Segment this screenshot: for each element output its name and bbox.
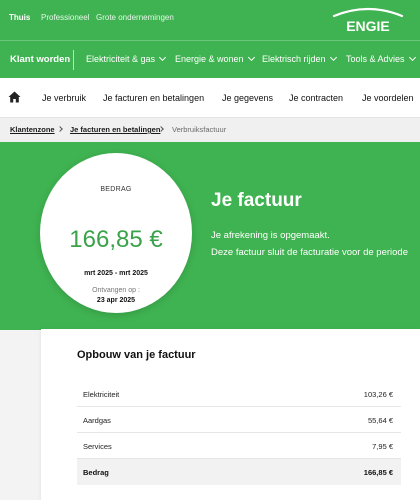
invoice-breakdown-card: Opbouw van je factuur Elektriciteit 103,… bbox=[41, 329, 420, 500]
chevron-down-icon bbox=[408, 53, 416, 62]
home-icon[interactable] bbox=[8, 91, 21, 103]
received-date: 23 apr 2025 bbox=[96, 297, 136, 304]
amount-label: BEDRAG bbox=[100, 186, 132, 193]
row-label: Bedrag bbox=[83, 468, 109, 477]
tab-je-gegevens[interactable]: Je gegevens bbox=[222, 93, 273, 103]
hero-description-line-1: Je afrekening is opgemaakt. bbox=[211, 230, 330, 241]
tab-je-contracten[interactable]: Je contracten bbox=[289, 93, 343, 103]
row-value: 55,64 € bbox=[367, 416, 393, 425]
amount-circle: BEDRAG 166,85 € mrt 2025 - mrt 2025 Ontv… bbox=[40, 153, 192, 313]
row-label: Services bbox=[83, 442, 112, 451]
breadcrumb: Klantenzone Je facturen en betalingen Ve… bbox=[0, 118, 420, 142]
nav-elektrisch-rijden[interactable]: Elektrisch rijden bbox=[262, 53, 337, 64]
nav-divider bbox=[73, 50, 74, 70]
breadcrumb-current-page: Verbruiksfactuur bbox=[172, 125, 227, 134]
segment-professioneel[interactable]: Professioneel bbox=[41, 13, 89, 22]
page-title: Je factuur bbox=[211, 190, 302, 211]
main-navigation: Klant worden Elektriciteit & gas Energie… bbox=[0, 40, 420, 78]
breadcrumb-klantenzone[interactable]: Klantenzone bbox=[10, 125, 55, 134]
klant-worden-link[interactable]: Klant worden bbox=[10, 54, 70, 65]
nav-elektriciteit-gas[interactable]: Elektriciteit & gas bbox=[86, 53, 167, 64]
chevron-down-icon bbox=[158, 53, 167, 62]
breakdown-row-elektriciteit: Elektriciteit 103,26 € bbox=[77, 381, 401, 407]
top-segment-bar: Thuis Professioneel Grote ondernemingen … bbox=[0, 0, 420, 40]
row-label: Elektriciteit bbox=[83, 390, 120, 399]
breadcrumb-facturen[interactable]: Je facturen en betalingen bbox=[70, 125, 160, 134]
svg-text:ENGIE: ENGIE bbox=[346, 18, 390, 34]
tab-je-verbruik[interactable]: Je verbruik bbox=[42, 93, 86, 103]
breakdown-row-services: Services 7,95 € bbox=[77, 433, 401, 459]
nav-tools-advies[interactable]: Tools & Advies bbox=[346, 53, 416, 64]
segment-grote-ondernemingen[interactable]: Grote ondernemingen bbox=[96, 13, 174, 22]
breakdown-title: Opbouw van je factuur bbox=[77, 349, 196, 361]
tab-je-voordelen[interactable]: Je voordelen bbox=[362, 93, 414, 103]
hero-description-line-2: Deze factuur sluit de facturatie voor de… bbox=[211, 247, 408, 258]
row-value: 103,26 € bbox=[363, 390, 393, 399]
tab-je-facturen-en-betalingen[interactable]: Je facturen en betalingen bbox=[103, 93, 204, 103]
chevron-down-icon bbox=[247, 53, 255, 62]
customer-zone-navigation: Je verbruik Je facturen en betalingen Je… bbox=[0, 78, 420, 118]
row-value: 166,85 € bbox=[363, 468, 393, 477]
chevron-down-icon bbox=[329, 53, 337, 62]
segment-thuis[interactable]: Thuis bbox=[9, 13, 30, 22]
received-label: Ontvangen op : bbox=[92, 287, 140, 294]
invoice-period: mrt 2025 - mrt 2025 bbox=[84, 270, 148, 277]
breakdown-row-aardgas: Aardgas 55,64 € bbox=[77, 407, 401, 433]
chevron-right-icon bbox=[57, 126, 63, 132]
breakdown-row-total: Bedrag 166,85 € bbox=[77, 459, 401, 485]
row-value: 7,95 € bbox=[372, 442, 393, 451]
invoice-amount: 166,85 € bbox=[69, 226, 163, 253]
engie-logo[interactable]: ENGIE bbox=[330, 6, 406, 34]
row-label: Aardgas bbox=[83, 416, 111, 425]
nav-energie-wonen[interactable]: Energie & wonen bbox=[175, 53, 255, 64]
